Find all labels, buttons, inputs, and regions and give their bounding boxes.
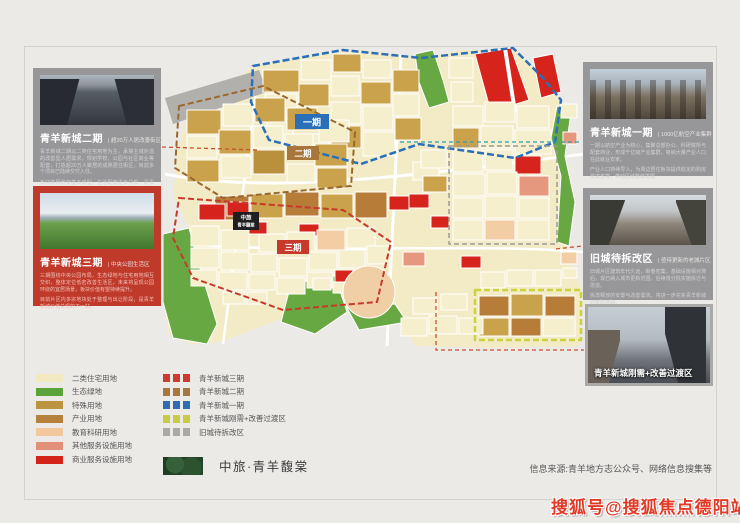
legend-item: 生态绿地 [36,388,132,396]
phase2-subtitle: | 超20万人居改善街区 [108,136,161,144]
legend-item: 青羊新城三期 [163,374,286,382]
phase3-photo [40,193,154,249]
oldtown-photo [590,195,706,245]
oldtown-subtitle: | 亟待更新的老城片区 [658,256,710,264]
legend-label: 产业用地 [72,413,102,424]
card-phase3: 青羊新城三期 | 中央公园生活区 三期围绕中央公园布局，生态绿地与住宅用地相互交… [33,186,161,306]
source-note: 信息来源:青羊地方志公众号、网络信息搜集等 [529,462,712,475]
legend-label: 青羊新城刚需+改善过渡区 [199,413,286,424]
color-swatch [36,415,63,423]
card-oldtown: 旧城待拆改区 | 亟待更新的老城片区 旧城片区建筑年代久远，街巷密集，基础设施相… [583,188,713,300]
legend-label: 商业服务设施用地 [72,454,132,465]
legend-item: 青羊新城二期 [163,388,286,396]
legend-label: 青羊新城二期 [199,386,244,397]
oldtown-title: 旧城待拆改区 [590,250,653,265]
phase3-title: 青羊新城三期 [40,254,103,269]
color-swatch [36,428,63,436]
legend-label: 特殊用地 [72,400,102,411]
legend-item: 旧城待拆改区 [163,428,286,436]
project-marker-line1: 中旅 [240,214,252,222]
legend-label: 教育科研用地 [72,427,117,438]
color-swatch [163,374,190,382]
transition-photo: 青羊新城刚需+改善过渡区 [585,304,713,386]
color-swatch [163,388,190,396]
poster-root: 一期 二期 三期 中旅 青羊馥棠 青羊新城二期 | 超20万人居改善街区 青羊新… [0,0,740,523]
legend-item: 二类住宅用地 [36,374,132,382]
phase2-photo [40,75,154,125]
color-swatch [36,401,63,409]
legend-item: 其他服务设施用地 [36,442,132,450]
phase1-paragraph: 产业人口持续导入，为周边居住板块提供稳定的购房需求支撑，带动区域整体发展。 [590,167,706,181]
project-marker-line2: 青羊馥棠 [237,222,255,229]
legend-label: 其他服务设施用地 [72,440,132,451]
phase3-label: 三期 [284,243,302,253]
land-use-map: 一期 二期 三期 中旅 青羊馥棠 [163,46,587,376]
legend-label: 生态绿地 [72,386,102,397]
phase2-label: 二期 [294,149,312,159]
phase3-subtitle: | 中央公园生活区 [108,260,149,268]
phase2-paragraph: 青羊新城二期以二类住宅用地为主，承接主城外溢的改善型人居需求，规划学校、公园与社… [40,149,154,176]
color-swatch [36,388,63,396]
phase3-paragraph: 三期围绕中央公园布局，生态绿地与住宅用地相互交织，整体定位低密改善生活区，未来将… [40,273,154,293]
legend-item: 产业用地 [36,415,132,423]
phase1-subtitle: | 1000亿航空产业集群 [658,130,712,138]
color-swatch [36,374,63,382]
legend-phases: 青羊新城三期青羊新城二期青羊新城一期青羊新城刚需+改善过渡区旧城待拆改区 [163,374,286,442]
watermark: 搜狐号@搜狐焦点德阳站 [551,493,740,518]
phase1-paragraph: 一期以航空产业为核心，集聚总部办公、科研院所与配套商业，形成千亿级产业集群，吸纳… [590,143,706,163]
phase1-title: 青羊新城一期 [590,124,653,139]
color-swatch [163,415,190,423]
legend-item: 商业服务设施用地 [36,456,132,464]
legend-land-use: 二类住宅用地生态绿地特殊用地产业用地教育科研用地其他服务设施用地商业服务设施用地 [36,374,132,469]
card-phase1: 青羊新城一期 | 1000亿航空产业集群 一期以航空产业为核心，集聚总部办公、科… [583,62,713,176]
color-swatch [163,401,190,409]
brand-logo-image [163,457,203,475]
card-phase2: 青羊新城二期 | 超20万人居改善街区 青羊新城二期以二类住宅用地为主，承接主城… [33,68,161,182]
legend-item: 教育科研用地 [36,428,132,436]
phase1-label: 一期 [303,117,321,128]
legend-item: 特殊用地 [36,401,132,409]
transition-caption: 青羊新城刚需+改善过渡区 [594,367,692,379]
legend-item: 青羊新城刚需+改善过渡区 [163,415,286,423]
brand-name: 中旅·青羊馥棠 [219,456,309,475]
phase1-photo [590,69,706,119]
phase2-title: 青羊新城二期 [40,130,103,145]
legend-label: 二类住宅用地 [72,373,117,384]
oldtown-paragraph: 旧城片区建筑年代久远，街巷密集，基础设施相对滞后，现已纳入城市更新范围，后续将分… [590,269,706,289]
legend-label: 青羊新城三期 [199,373,244,384]
phase3-paragraph: 目前片区内多宗地块处于整理与出让阶段，是青羊新城价值兑现的下一站。 [40,297,154,311]
color-swatch [36,456,63,464]
color-swatch [163,428,190,436]
legend-label: 旧城待拆改区 [199,427,244,438]
legend-label: 青羊新城一期 [199,400,244,411]
brand-row: 中旅·青羊馥棠 [163,456,309,475]
color-swatch [36,442,63,450]
legend-item: 青羊新城一期 [163,401,286,409]
